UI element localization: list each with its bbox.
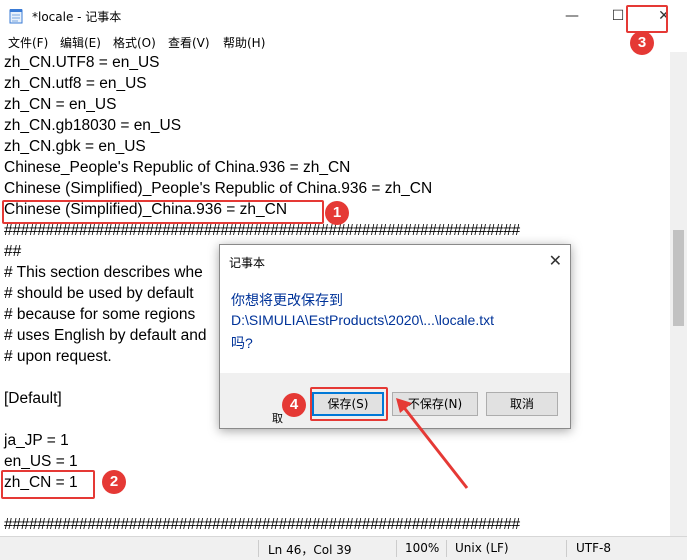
- menu-edit[interactable]: 编辑(E): [60, 34, 101, 51]
- text-line: zh_CN.utf8 = en_US: [4, 75, 147, 92]
- dialog-body: 你想将更改保存到 D:\SIMULIA\EstProducts\2020\...…: [220, 277, 570, 373]
- title-bar: *locale - 记事本 — ☐ ✕: [0, 0, 687, 32]
- text-line: # upon request.: [4, 348, 112, 365]
- menu-view[interactable]: 查看(V): [168, 34, 210, 51]
- annotation-box-3: [626, 5, 668, 33]
- status-separator: [566, 540, 567, 557]
- text-line: zh_CN.gbk = en_US: [4, 138, 146, 155]
- text-line: en_US = 1: [4, 453, 78, 470]
- status-separator: [258, 540, 259, 557]
- minimize-button[interactable]: —: [549, 0, 595, 32]
- text-line: # uses English by default and: [4, 327, 207, 344]
- scrollbar-thumb[interactable]: [673, 230, 684, 326]
- dialog-message-line1: 你想将更改保存到: [231, 292, 343, 308]
- text-line: ##: [4, 243, 22, 260]
- annotation-step-3: 3: [630, 31, 654, 55]
- dont-save-button[interactable]: 不保存(N): [392, 392, 478, 416]
- annotation-box-1: [2, 200, 324, 224]
- dialog-message-path: D:\SIMULIA\EstProducts\2020\...\locale.t…: [231, 312, 494, 328]
- menu-file[interactable]: 文件(F): [8, 34, 48, 51]
- dialog-close-icon[interactable]: ✕: [549, 251, 562, 270]
- dialog-message-line3: 吗?: [231, 335, 253, 351]
- cancel-button[interactable]: 取消: [486, 392, 558, 416]
- annotation-box-2: [1, 470, 95, 499]
- status-separator: [396, 540, 397, 557]
- status-cursor-position: Ln 46，Col 39: [268, 543, 352, 557]
- text-line: ########################################…: [4, 516, 520, 533]
- status-zoom: 100%: [405, 541, 440, 555]
- vertical-scrollbar[interactable]: [670, 52, 687, 536]
- text-line: [Default]: [4, 390, 62, 407]
- menu-help[interactable]: 帮助(H): [223, 34, 265, 51]
- status-line-ending: Unix (LF): [455, 541, 509, 555]
- text-line: ja_JP = 1: [4, 432, 69, 449]
- text-line: Chinese_People's Republic of China.936 =…: [4, 159, 351, 176]
- text-line: zh_CN = en_US: [4, 96, 117, 113]
- dialog-title-bar: 记事本 ✕: [220, 245, 570, 277]
- window-title: *locale - 记事本: [32, 10, 122, 24]
- text-line: zh_CN.gb18030 = en_US: [4, 117, 182, 134]
- status-bar: Ln 46，Col 39 100% Unix (LF) UTF-8: [0, 536, 687, 560]
- annotation-step-4: 4: [282, 393, 306, 417]
- status-separator: [446, 540, 447, 557]
- notepad-icon: [9, 9, 23, 24]
- text-line: # This section describes whe: [4, 264, 203, 281]
- dialog-title: 记事本: [229, 256, 266, 270]
- menu-format[interactable]: 格式(O): [113, 34, 156, 51]
- annotation-step-1: 1: [325, 201, 349, 225]
- ghost-text: 取: [272, 412, 283, 425]
- annotation-step-2: 2: [102, 470, 126, 494]
- annotation-box-4: [310, 387, 388, 421]
- text-line: zh_CN.UTF8 = en_US: [4, 54, 160, 71]
- text-line: # because for some regions: [4, 306, 196, 323]
- menu-bar: 文件(F) 编辑(E) 格式(O) 查看(V) 帮助(H): [0, 32, 687, 52]
- save-changes-dialog: 记事本 ✕ 你想将更改保存到 D:\SIMULIA\EstProducts\20…: [219, 244, 571, 429]
- text-line: Chinese (Simplified)_People's Republic o…: [4, 180, 433, 197]
- text-line: # should be used by default: [4, 285, 194, 302]
- status-encoding: UTF-8: [576, 541, 611, 555]
